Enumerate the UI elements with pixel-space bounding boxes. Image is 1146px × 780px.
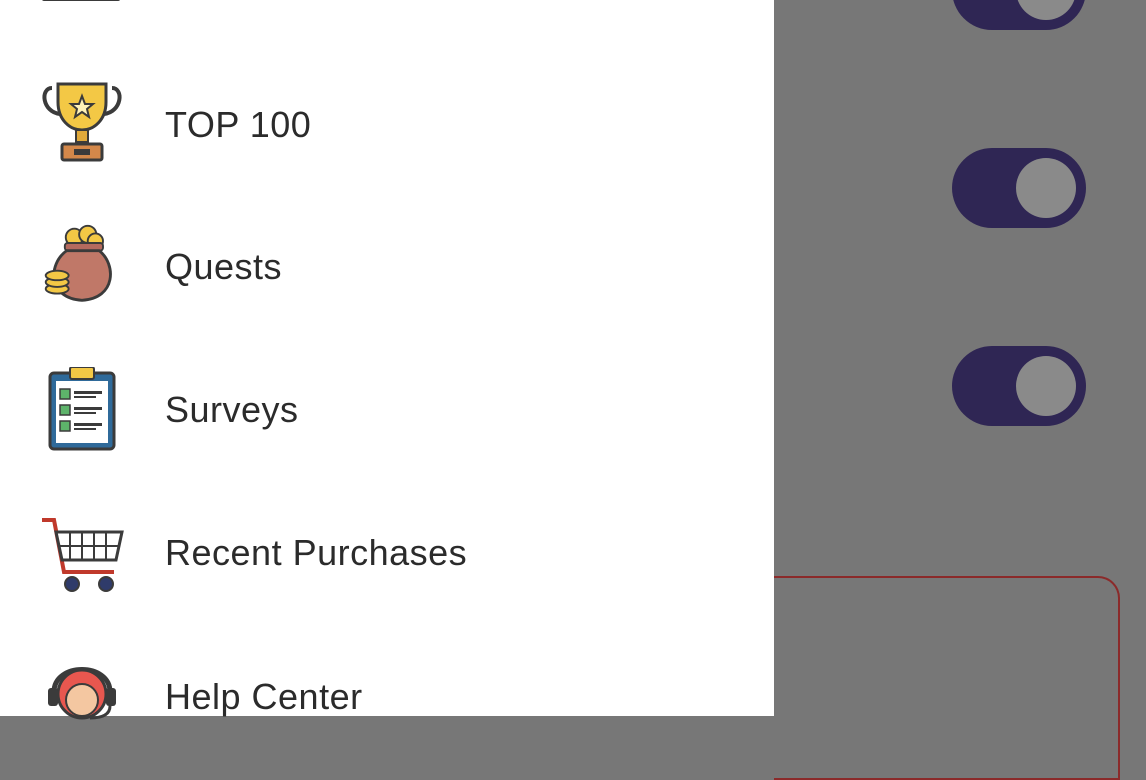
drawer-item-label: Quests	[165, 246, 283, 287]
toggle-switch-1[interactable]	[952, 0, 1086, 30]
laptop-icon	[42, 0, 120, 1]
toggle-switch-2[interactable]	[952, 148, 1086, 228]
drawer-item-help-center[interactable]: Help Center	[0, 636, 774, 756]
toggle-switch-3[interactable]	[952, 346, 1086, 426]
drawer-item-surveys[interactable]: Surveys	[0, 349, 774, 469]
toggle-knob	[1016, 0, 1076, 20]
drawer-item-label: Surveys	[165, 389, 299, 430]
drawer-item-quests[interactable]: Quests	[0, 206, 774, 326]
clipboard-checklist-icon	[48, 367, 116, 451]
drawer-item-top-100[interactable]: TOP 100	[0, 64, 774, 184]
trophy-icon	[42, 82, 122, 162]
drawer-item-label: Help Center	[165, 676, 363, 717]
shopping-cart-icon	[42, 518, 124, 592]
navigation-drawer: TOP 100 Quests Surveys Recent Purchases …	[0, 0, 774, 720]
support-agent-icon	[48, 667, 116, 720]
drawer-item-label: Recent Purchases	[165, 532, 468, 573]
background-screen	[774, 0, 1146, 780]
drawer-item-top[interactable]	[0, 0, 774, 60]
toggle-knob	[1016, 356, 1076, 416]
drawer-item-label: TOP 100	[165, 104, 312, 145]
drawer-item-recent-purchases[interactable]: Recent Purchases	[0, 492, 774, 612]
money-bag-icon	[44, 224, 112, 302]
toggle-knob	[1016, 158, 1076, 218]
background-card	[774, 576, 1120, 780]
